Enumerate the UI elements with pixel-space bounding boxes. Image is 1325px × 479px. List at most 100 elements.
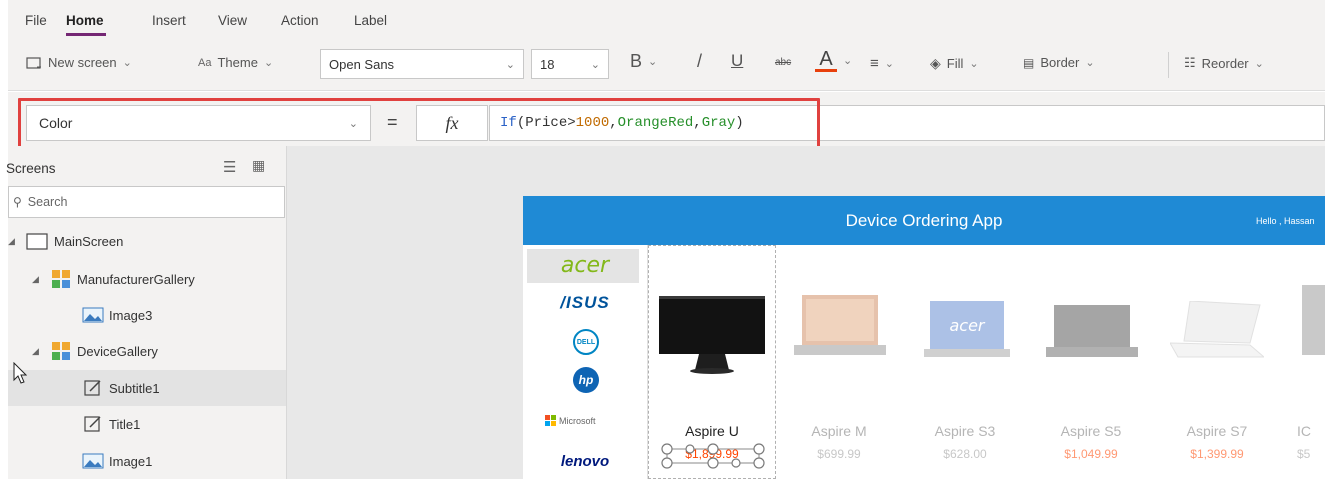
tree-item-label: Image3 xyxy=(109,307,153,323)
image-icon xyxy=(82,453,104,469)
device-subtitle[interactable]: $628.00 xyxy=(905,447,1025,461)
chevron-down-icon: ⌄ xyxy=(969,58,979,70)
grid-view-icon[interactable]: ▦ xyxy=(252,157,265,174)
tab-view[interactable]: View xyxy=(218,13,247,28)
tree-item-label: Image1 xyxy=(109,453,153,469)
menu-bar: File Home Insert View Action Label xyxy=(8,0,1325,40)
tree-item-label: DeviceGallery xyxy=(77,343,158,359)
collapse-arrow-icon: ◢ xyxy=(32,345,39,356)
acer-logo[interactable]: acer xyxy=(533,253,637,278)
manufacturer-gallery[interactable]: acer /ISUS DELL hp Microsoft lenovo xyxy=(523,245,648,479)
label-icon xyxy=(84,380,101,396)
align-icon: ≡ xyxy=(870,55,879,72)
device-title[interactable]: Aspire M xyxy=(779,423,899,439)
user-greeting: Hello , Hassan xyxy=(1256,216,1315,226)
device-title[interactable]: Aspire U xyxy=(652,423,772,439)
fill-bucket-icon: ◈ xyxy=(930,55,941,71)
new-screen-button[interactable]: New screen ⌄ xyxy=(26,55,132,70)
new-screen-icon xyxy=(26,56,41,69)
tree-item-label: ManufacturerGallery xyxy=(77,271,195,287)
font-size-select[interactable]: 18 ⌄ xyxy=(531,49,609,79)
tree-view-panel: Screens ☰ ▦ ⚲ Search ◢ MainScreen ◢ Manu… xyxy=(6,146,287,479)
asus-logo[interactable]: /ISUS xyxy=(533,293,637,313)
app-title: Device Ordering App xyxy=(845,211,1003,230)
bold-label: B xyxy=(630,51,643,71)
device-subtitle[interactable]: $1,399.99 xyxy=(1157,447,1277,461)
tree-item-manufacturergallery[interactable]: ◢ ManufacturerGallery xyxy=(8,261,286,297)
search-icon: ⚲ xyxy=(13,195,22,209)
font-family-select[interactable]: Open Sans ⌄ xyxy=(320,49,524,79)
align-button[interactable]: ≡ ⌄ xyxy=(870,55,894,72)
gallery-item[interactable] xyxy=(1280,245,1325,479)
app-preview[interactable]: Device Ordering App Hello , Hassan acer … xyxy=(523,196,1325,479)
border-label: Border xyxy=(1040,55,1080,70)
device-title[interactable]: Aspire S3 xyxy=(905,423,1025,439)
device-subtitle[interactable]: $699.99 xyxy=(779,447,899,461)
new-screen-label: New screen xyxy=(48,55,117,70)
image-icon xyxy=(82,307,104,323)
tab-label[interactable]: Label xyxy=(354,13,387,28)
collapse-arrow-icon: ◢ xyxy=(32,273,39,284)
border-style-icon: ▤ xyxy=(1023,55,1035,70)
tab-file[interactable]: File xyxy=(25,13,47,28)
chevron-down-icon: ⌄ xyxy=(505,58,515,71)
font-color-swatch xyxy=(815,69,837,72)
ribbon-divider xyxy=(1168,52,1169,78)
collapse-arrow-icon: ◢ xyxy=(8,235,15,246)
strikethrough-button[interactable]: abc xyxy=(775,57,791,68)
chevron-down-icon: ⌄ xyxy=(263,57,274,69)
laptop-image xyxy=(1046,305,1138,357)
selection-handles[interactable] xyxy=(661,443,765,469)
italic-button[interactable]: / xyxy=(697,51,702,72)
border-button[interactable]: ▤ Border ⌄ xyxy=(1023,55,1095,70)
fill-button[interactable]: ◈ Fill ⌄ xyxy=(930,55,979,72)
theme-icon: Aa xyxy=(198,56,212,69)
tree-item-image1[interactable]: Image1 xyxy=(8,443,286,479)
device-image xyxy=(1302,285,1325,355)
label-icon xyxy=(84,416,101,432)
tree-item-subtitle1[interactable]: Subtitle1 xyxy=(8,370,286,406)
gallery-item[interactable] xyxy=(776,245,902,479)
laptop-image: acer xyxy=(924,301,1010,357)
tree-item-mainscreen[interactable]: ◢ MainScreen xyxy=(8,223,286,259)
chevron-down-icon: ⌄ xyxy=(648,56,658,68)
svg-text:acer: acer xyxy=(949,316,985,335)
device-subtitle[interactable]: $1,049.99 xyxy=(1031,447,1151,461)
reorder-icon: ☷ xyxy=(1184,55,1196,70)
dell-logo[interactable]: DELL xyxy=(573,329,599,355)
tab-insert[interactable]: Insert xyxy=(152,13,186,28)
search-input[interactable]: ⚲ Search xyxy=(8,186,285,218)
dell-logo-text: DELL xyxy=(576,338,596,346)
device-title[interactable]: Aspire S5 xyxy=(1031,423,1151,439)
hp-logo[interactable]: hp xyxy=(573,367,599,393)
hp-logo-text: hp xyxy=(578,373,594,387)
chevron-down-icon: ⌄ xyxy=(122,57,132,69)
device-subtitle[interactable]: $5 xyxy=(1297,447,1325,461)
app-header: Device Ordering App Hello , Hassan xyxy=(523,196,1325,245)
font-family-value: Open Sans xyxy=(329,56,395,72)
microsoft-logo[interactable]: Microsoft xyxy=(545,415,596,426)
tree-item-devicegallery[interactable]: ◢ DeviceGallery xyxy=(8,333,286,369)
tree-item-label: Subtitle1 xyxy=(109,380,160,396)
font-color-button[interactable]: A ⌄ xyxy=(815,48,852,72)
tab-action[interactable]: Action xyxy=(281,13,319,28)
underline-button[interactable]: U xyxy=(731,51,743,71)
device-title[interactable]: IC xyxy=(1297,423,1325,439)
lenovo-logo[interactable]: lenovo xyxy=(533,453,637,470)
active-tab-underline xyxy=(66,33,106,36)
gallery-icon xyxy=(52,341,70,360)
reorder-button[interactable]: ☷ Reorder ⌄ xyxy=(1184,55,1264,71)
gallery-item[interactable]: acer xyxy=(902,245,1028,479)
bold-button[interactable]: B ⌄ xyxy=(630,51,657,72)
fill-label: Fill xyxy=(946,56,964,71)
list-view-icon[interactable]: ☰ xyxy=(223,158,236,176)
device-title[interactable]: Aspire S7 xyxy=(1157,423,1277,439)
strikethrough-label: abc xyxy=(775,57,792,68)
tree-item-title1[interactable]: Title1 xyxy=(8,406,286,442)
monitor-image xyxy=(659,296,765,374)
tab-home[interactable]: Home xyxy=(66,13,104,28)
gallery-item[interactable] xyxy=(1028,245,1154,479)
gallery-item[interactable] xyxy=(1154,245,1280,479)
theme-button[interactable]: Aa Theme ⌄ xyxy=(198,55,273,70)
tree-item-image3[interactable]: Image3 xyxy=(8,297,286,333)
